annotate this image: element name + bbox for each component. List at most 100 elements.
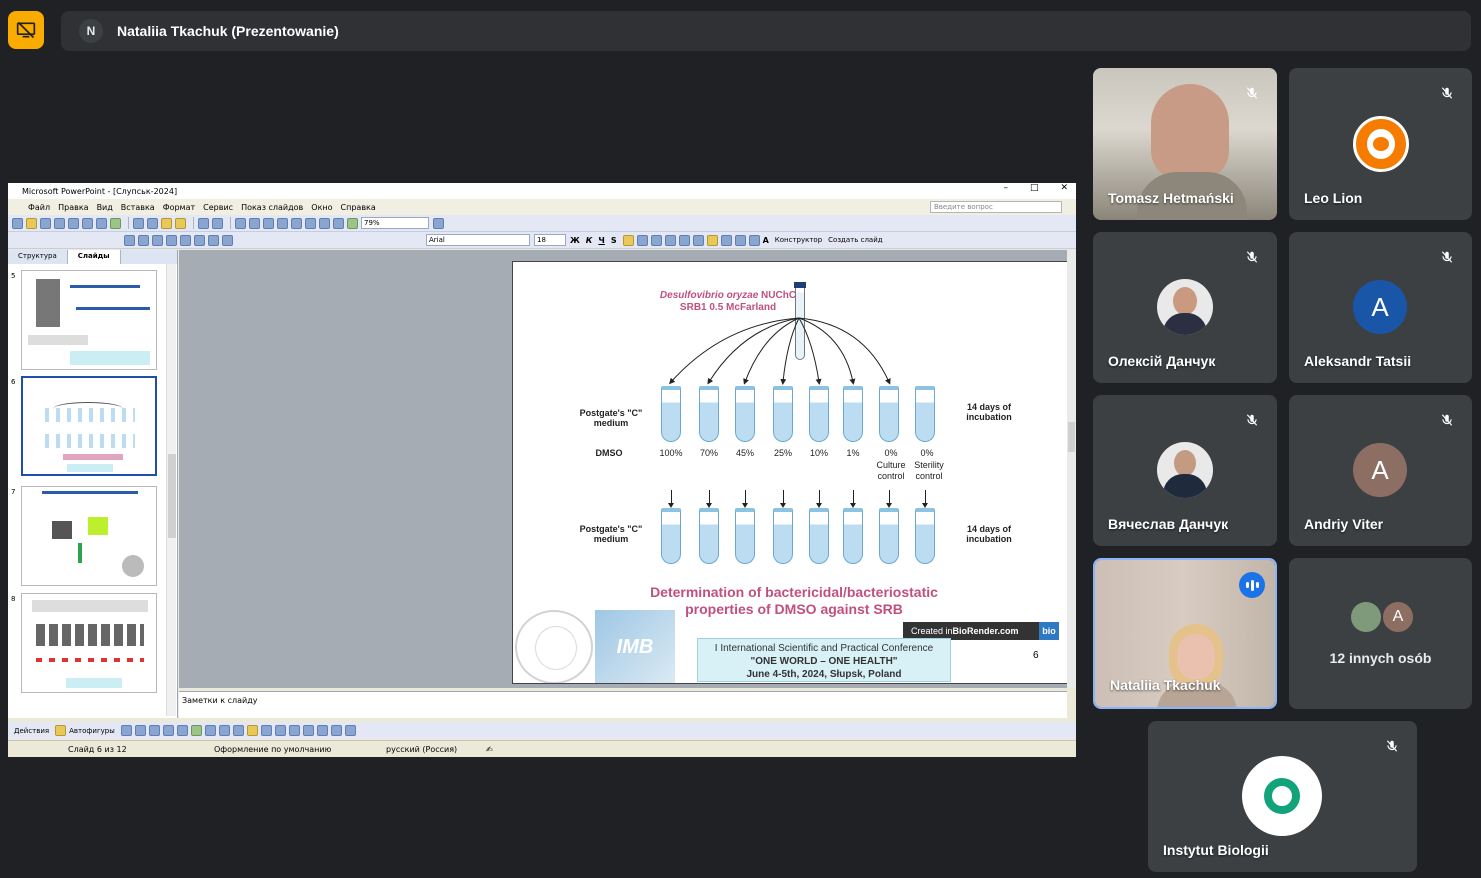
menu-tools[interactable]: Сервис	[203, 203, 233, 212]
tab-outline[interactable]: Структура	[8, 250, 68, 264]
arrow-style-icon[interactable]	[316, 725, 328, 736]
order-icon[interactable]	[194, 234, 205, 246]
menu-window[interactable]: Окно	[311, 203, 332, 212]
paste-icon[interactable]	[161, 217, 172, 229]
font-color-icon[interactable]: A	[763, 236, 769, 245]
oval-icon[interactable]	[162, 725, 174, 736]
increase-font-icon[interactable]	[706, 234, 718, 246]
save-icon[interactable]	[40, 217, 51, 229]
hyperlink-icon[interactable]	[277, 217, 288, 229]
slide-thumbnail[interactable]: 8	[8, 593, 168, 697]
line-color-icon[interactable]	[260, 725, 272, 736]
designer-button[interactable]: Конструктор	[775, 236, 822, 244]
shadow-style-icon[interactable]	[330, 725, 342, 736]
grayscale-icon[interactable]	[333, 217, 344, 229]
actions-menu[interactable]: Действия	[14, 727, 49, 735]
rotate-icon[interactable]	[166, 234, 177, 246]
align-left-icon[interactable]	[622, 234, 634, 246]
menu-insert[interactable]: Вставка	[121, 203, 155, 212]
participant-tile[interactable]: A Andriy Viter	[1289, 395, 1472, 546]
font-select[interactable]: Arial	[426, 234, 530, 246]
grid-settings-icon[interactable]	[222, 234, 233, 246]
chart-icon[interactable]	[235, 217, 246, 229]
close-icon[interactable]: ✕	[1060, 183, 1068, 193]
line-icon[interactable]	[120, 725, 132, 736]
align-center-icon[interactable]	[636, 234, 648, 246]
help-icon[interactable]	[433, 217, 444, 229]
spelling-icon[interactable]	[110, 217, 121, 229]
fill-color-icon[interactable]	[246, 725, 258, 736]
help-search-input[interactable]: Введите вопрос	[930, 201, 1062, 213]
numbering-icon[interactable]	[678, 234, 690, 246]
shadow-icon[interactable]: S	[611, 236, 617, 245]
autoshapes-menu[interactable]: Автофигуры	[69, 727, 115, 735]
tab-slides[interactable]: Слайды	[67, 250, 121, 264]
show-formatting-icon[interactable]	[305, 217, 316, 229]
justify-icon[interactable]	[664, 234, 676, 246]
textbox-icon[interactable]	[176, 725, 188, 736]
slide-thumbnail[interactable]: 5	[8, 270, 168, 374]
slides-scrollbar[interactable]	[166, 264, 176, 716]
new-icon[interactable]	[12, 217, 23, 229]
menu-view[interactable]: Вид	[97, 203, 113, 212]
open-icon[interactable]	[26, 217, 37, 229]
bold-icon[interactable]: Ж	[570, 236, 580, 245]
format-painter-icon[interactable]	[175, 217, 186, 229]
ungroup-icon[interactable]	[152, 234, 163, 246]
indent-icon[interactable]	[734, 234, 746, 246]
participant-tile-speaking[interactable]: Nataliia Tkachuk	[1093, 558, 1277, 709]
expand-icon[interactable]	[291, 217, 302, 229]
decrease-font-icon[interactable]	[720, 234, 732, 246]
participant-tile[interactable]: Tomasz Hetmański	[1093, 68, 1277, 220]
tables-borders-icon[interactable]	[263, 217, 274, 229]
slide-thumbnail[interactable]: 7	[8, 486, 168, 590]
zoom-select[interactable]: 79%	[361, 217, 429, 229]
slide-thumbnail-selected[interactable]: 6	[8, 376, 168, 480]
table-icon[interactable]	[249, 217, 260, 229]
picture-icon[interactable]	[232, 725, 244, 736]
participant-tile[interactable]: Вячеслав Данчук	[1093, 395, 1277, 546]
dash-style-icon[interactable]	[302, 725, 314, 736]
bullets-icon[interactable]	[692, 234, 704, 246]
participant-tile[interactable]: Олексій Данчук	[1093, 232, 1277, 383]
diagram-icon[interactable]	[204, 725, 216, 736]
group-icon[interactable]	[138, 234, 149, 246]
canvas-scrollbar[interactable]	[1067, 250, 1076, 688]
rectangle-icon[interactable]	[148, 725, 160, 736]
wordart-icon[interactable]	[190, 725, 202, 736]
outdent-icon[interactable]	[748, 234, 760, 246]
email-icon[interactable]	[68, 217, 79, 229]
copy-icon[interactable]	[147, 217, 158, 229]
grid-icon[interactable]	[319, 217, 330, 229]
arrow-icon[interactable]	[134, 725, 146, 736]
redo-icon[interactable]	[212, 217, 223, 229]
font-size-select[interactable]: 18	[534, 234, 566, 246]
font-color-draw-icon[interactable]	[274, 725, 286, 736]
new-slide-button[interactable]: Создать слайд	[828, 236, 882, 244]
maximize-icon[interactable]: □	[1030, 183, 1039, 193]
undo-icon[interactable]	[198, 217, 209, 229]
print-icon[interactable]	[82, 217, 93, 229]
clipart-icon[interactable]	[218, 725, 230, 736]
3d-style-icon[interactable]	[344, 725, 356, 736]
italic-icon[interactable]: К	[586, 236, 593, 245]
minimize-icon[interactable]: –	[1003, 183, 1008, 193]
participant-tile[interactable]: A Aleksandr Tatsii	[1289, 232, 1472, 383]
color-icon[interactable]	[347, 217, 358, 229]
menu-help[interactable]: Справка	[341, 203, 376, 212]
line-style-icon[interactable]	[288, 725, 300, 736]
flip-icon[interactable]	[180, 234, 191, 246]
menu-slideshow[interactable]: Показ слайдов	[241, 203, 303, 212]
menu-format[interactable]: Формат	[163, 203, 195, 212]
others-tile[interactable]: A 12 innych osób	[1289, 558, 1472, 709]
menu-edit[interactable]: Правка	[58, 203, 88, 212]
menu-file[interactable]: Файл	[28, 203, 50, 212]
select-icon[interactable]	[55, 725, 67, 736]
permission-icon[interactable]	[54, 217, 65, 229]
notes-field[interactable]: Заметки к слайду	[179, 691, 1067, 718]
align-right-icon[interactable]	[650, 234, 662, 246]
presentation-icon-button[interactable]	[8, 11, 44, 49]
align-icon[interactable]	[124, 234, 135, 246]
nudge-icon[interactable]	[208, 234, 219, 246]
underline-icon[interactable]: Ч	[598, 236, 604, 245]
